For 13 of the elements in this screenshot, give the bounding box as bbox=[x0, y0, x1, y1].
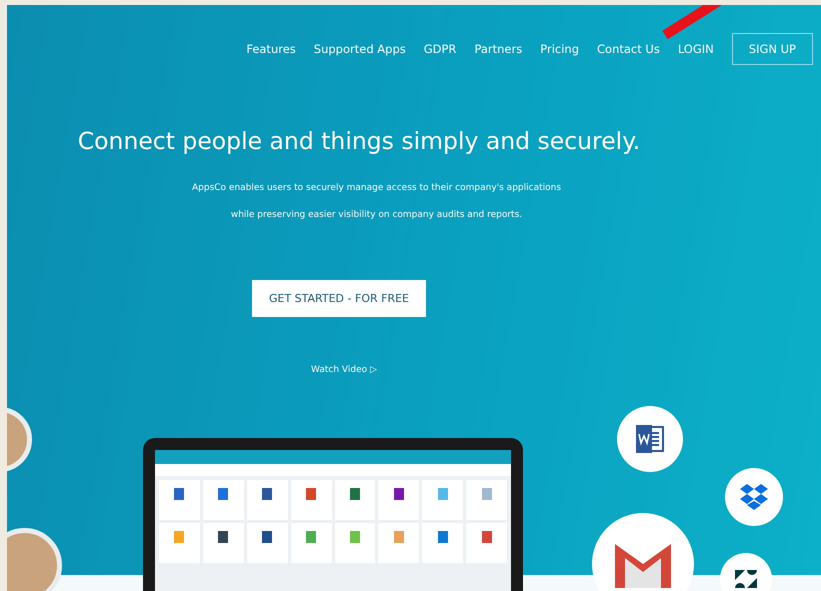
nav-link[interactable]: GDPR bbox=[424, 42, 456, 56]
login-link[interactable]: LOGIN bbox=[678, 42, 714, 56]
watch-video-link[interactable]: Watch Video ▷ bbox=[311, 365, 377, 375]
nav-link[interactable]: Pricing bbox=[540, 42, 579, 56]
nav-link[interactable]: Partners bbox=[474, 42, 522, 56]
hero-subtitle: AppsCo enables users to securely manage access to their company's applications bbox=[192, 182, 562, 195]
nav-link[interactable]: Supported Apps bbox=[314, 42, 406, 56]
nav-link[interactable]: Features bbox=[246, 42, 296, 56]
hero-headline: Connect people and things simply and securely. bbox=[78, 127, 640, 155]
signup-button[interactable]: SIGN UP bbox=[732, 33, 813, 65]
hero-subtitle: while preserving easier visibility on company audits and reports. bbox=[230, 209, 524, 222]
get-started-button[interactable]: GET STARTED - FOR FREE bbox=[252, 280, 426, 317]
nav-link[interactable]: Contact Us bbox=[597, 42, 660, 56]
